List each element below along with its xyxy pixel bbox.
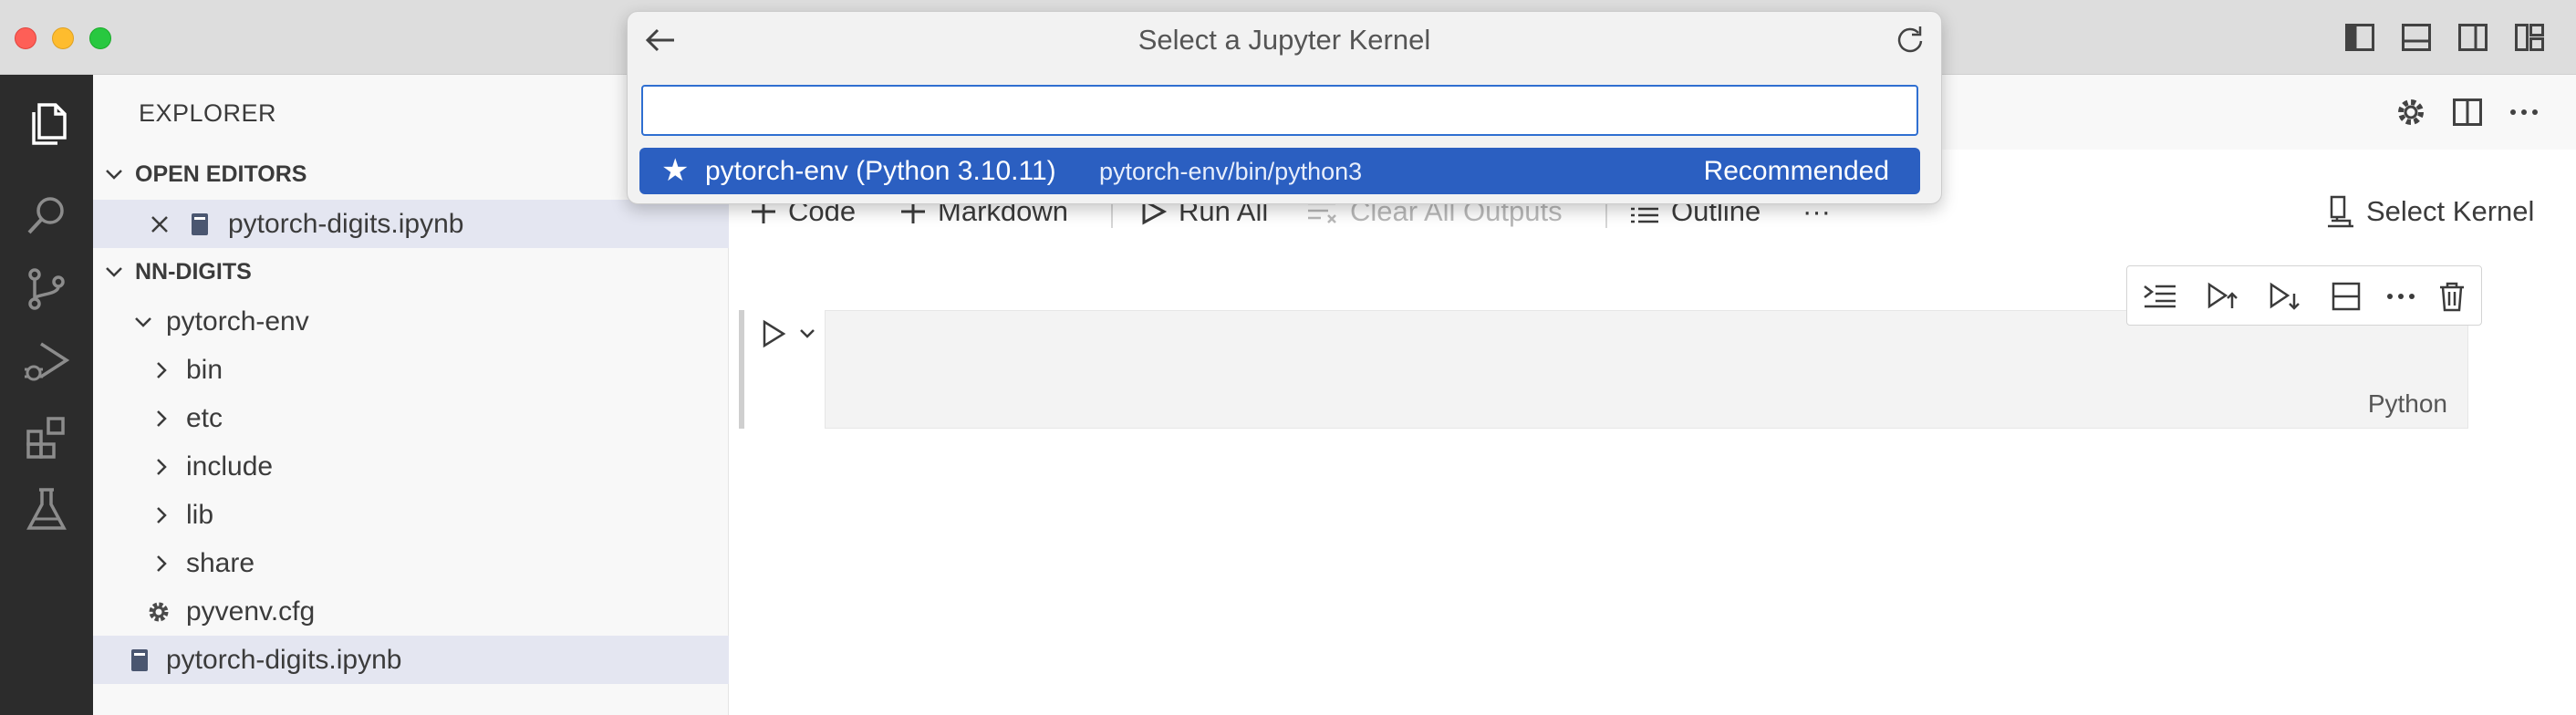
tree-item-bin[interactable]: bin bbox=[93, 346, 729, 394]
execute-above-icon[interactable] bbox=[2142, 278, 2178, 315]
cell-more-icon[interactable] bbox=[2383, 278, 2419, 315]
quick-pick-header: Select a Jupyter Kernel bbox=[628, 12, 1941, 68]
tree-item-label: bin bbox=[186, 354, 223, 385]
close-window-button[interactable] bbox=[15, 27, 36, 49]
kernel-quick-pick: Select a Jupyter Kernel ★ pytorch-env (P… bbox=[627, 11, 1942, 204]
refresh-icon[interactable] bbox=[1892, 22, 1928, 58]
run-cell-icon[interactable] bbox=[757, 317, 790, 350]
explorer-icon[interactable] bbox=[0, 77, 93, 170]
activity-bar bbox=[0, 75, 93, 715]
chevron-right-icon bbox=[157, 458, 167, 475]
notebook-file-icon bbox=[192, 212, 208, 235]
tree-item-label: lib bbox=[186, 499, 214, 530]
chevron-right-icon bbox=[157, 361, 167, 378]
tree-item-label: share bbox=[186, 547, 255, 578]
kernel-search-input[interactable] bbox=[641, 85, 1918, 136]
workspace-label: NN-DIGITS bbox=[135, 258, 252, 285]
minimize-window-button[interactable] bbox=[52, 27, 74, 49]
tree-item-notebook[interactable]: pytorch-digits.ipynb bbox=[93, 636, 729, 684]
gear-icon bbox=[149, 602, 169, 621]
split-cell-icon[interactable] bbox=[2328, 278, 2364, 315]
open-editor-label: pytorch-digits.ipynb bbox=[228, 208, 464, 239]
tree-item-pyvenv[interactable]: pyvenv.cfg bbox=[93, 587, 729, 636]
tree-item-label: etc bbox=[186, 402, 223, 433]
select-kernel-button[interactable]: Select Kernel bbox=[2326, 186, 2534, 237]
split-editor-icon[interactable] bbox=[2450, 95, 2485, 130]
tree-item-label: pytorch-env bbox=[166, 306, 309, 337]
zoom-window-button[interactable] bbox=[89, 27, 111, 49]
run-above-icon[interactable] bbox=[2204, 278, 2240, 315]
kernel-option-badge: Recommended bbox=[1703, 156, 1889, 186]
select-kernel-label: Select Kernel bbox=[2366, 195, 2535, 227]
cell-language-label[interactable]: Python bbox=[2368, 389, 2447, 419]
cell-focus-indicator bbox=[739, 310, 744, 429]
chevron-right-icon bbox=[157, 409, 167, 427]
tree-item-label: pytorch-digits.ipynb bbox=[166, 644, 402, 675]
chevron-right-icon bbox=[157, 554, 167, 572]
kernel-option-label: pytorch-env (Python 3.10.11) bbox=[705, 156, 1056, 186]
more-actions-icon[interactable] bbox=[2507, 95, 2541, 130]
cell-toolbar bbox=[2126, 265, 2482, 326]
back-arrow-icon[interactable] bbox=[642, 22, 679, 58]
toggle-panel-icon[interactable] bbox=[2399, 20, 2434, 55]
chevron-down-icon bbox=[106, 267, 122, 277]
tree-item-pytorch-env[interactable]: pytorch-env bbox=[93, 297, 729, 346]
toggle-primary-sidebar-icon[interactable] bbox=[2342, 20, 2377, 55]
chevron-right-icon bbox=[157, 506, 167, 523]
kernel-option-pytorch-env[interactable]: ★ pytorch-env (Python 3.10.11) pytorch-e… bbox=[639, 148, 1920, 194]
tree-item-lib[interactable]: lib bbox=[93, 491, 729, 539]
star-icon: ★ bbox=[661, 153, 690, 188]
workspace-section-header[interactable]: NN-DIGITS bbox=[93, 249, 729, 295]
delete-cell-icon[interactable] bbox=[2434, 278, 2470, 315]
customize-layout-icon[interactable] bbox=[2512, 20, 2547, 55]
chevron-down-icon bbox=[135, 316, 151, 327]
toggle-secondary-sidebar-icon[interactable] bbox=[2456, 20, 2490, 55]
chevron-down-icon bbox=[106, 170, 122, 180]
sidebar-title: EXPLORER bbox=[139, 99, 277, 127]
tree-item-etc[interactable]: etc bbox=[93, 394, 729, 442]
open-editor-item[interactable]: pytorch-digits.ipynb bbox=[93, 200, 729, 248]
run-below-icon[interactable] bbox=[2266, 278, 2302, 315]
code-cell-editor[interactable]: Python bbox=[825, 310, 2468, 429]
kernel-icon bbox=[2328, 195, 2353, 228]
run-options-chevron-icon[interactable] bbox=[797, 323, 819, 345]
testing-icon[interactable] bbox=[0, 463, 93, 556]
settings-gear-icon[interactable] bbox=[2394, 95, 2428, 130]
tree-item-label: include bbox=[186, 451, 274, 482]
kernel-option-path: pytorch-env/bin/python3 bbox=[1099, 158, 1363, 185]
tree-item-label: pyvenv.cfg bbox=[186, 596, 316, 627]
open-editors-label: OPEN EDITORS bbox=[135, 161, 307, 187]
notebook-file-icon bbox=[131, 648, 148, 671]
quick-pick-title: Select a Jupyter Kernel bbox=[1137, 24, 1431, 56]
close-icon[interactable] bbox=[150, 214, 170, 234]
tree-item-include[interactable]: include bbox=[93, 442, 729, 491]
tree-item-share[interactable]: share bbox=[93, 539, 729, 587]
